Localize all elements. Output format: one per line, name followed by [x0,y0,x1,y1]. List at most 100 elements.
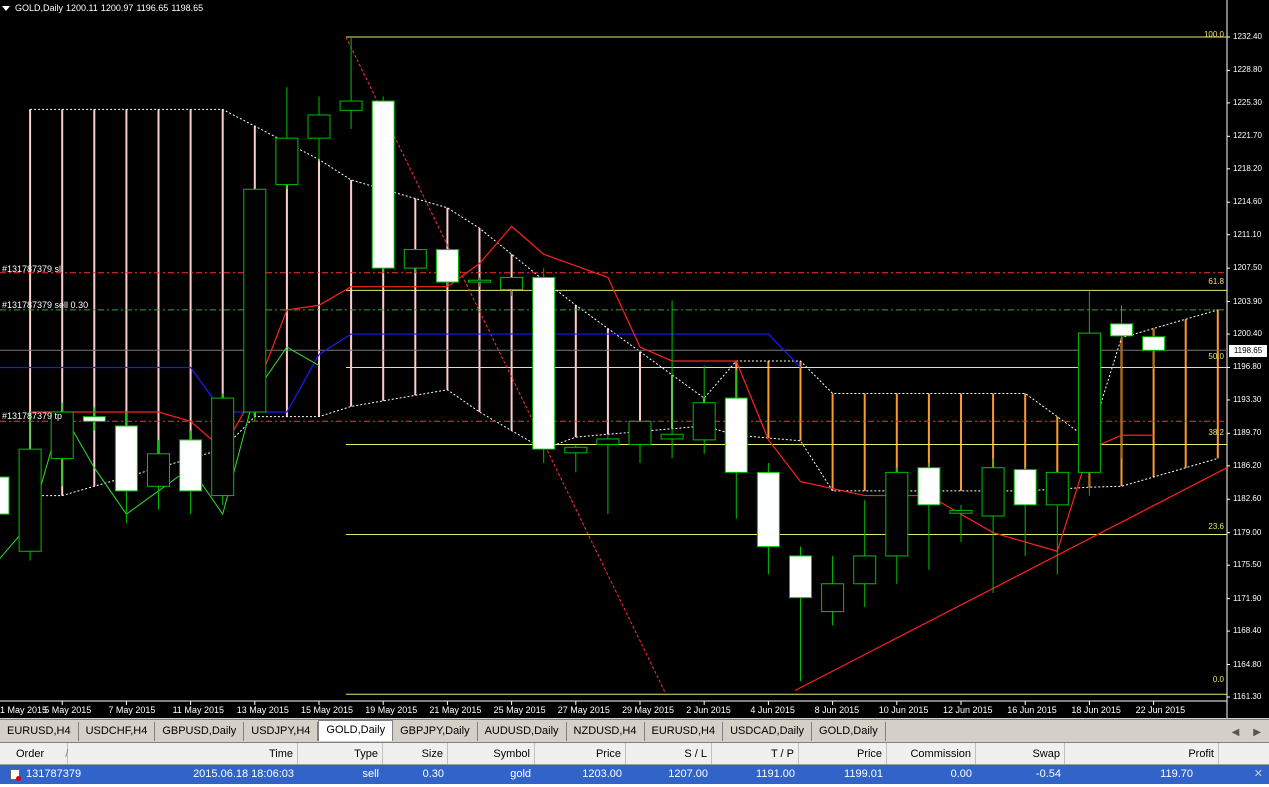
tab-eurusd-h4-2[interactable]: EURUSD,H4 [645,722,724,741]
candle-body-bear [435,249,459,283]
col-profit[interactable]: Profit [1065,743,1219,764]
col-swap[interactable]: Swap [976,743,1065,764]
close-order-icon[interactable]: ✕ [1254,767,1263,780]
candle-body-bull [1045,471,1069,506]
col-price[interactable]: Price [535,743,626,764]
date-tick-label: 16 Jun 2015 [1007,705,1057,715]
sell-order-icon [10,769,21,781]
order-number: 131787379 [0,765,81,784]
tab-audusd-daily[interactable]: AUDUSD,Daily [478,722,567,741]
tab-usdjpy-h4[interactable]: USDJPY,H4 [244,722,319,741]
candle-body-bull [885,471,909,557]
candle-body-bear [532,276,556,450]
date-tick-label: 7 May 2015 [108,705,156,715]
tab-gold-daily-2[interactable]: GOLD,Daily [812,722,886,741]
terminal-panel: Order / Time Type Size Symbol Price S / … [0,742,1269,787]
candle-body-bull [853,555,877,585]
candle-body-bull [500,276,524,290]
price-tick-label: 1175.50 [1233,560,1262,570]
col-size[interactable]: Size [383,743,448,764]
date-tick-label: 18 Jun 2015 [1071,705,1121,715]
fib-label-100: 100.0 [1203,30,1224,39]
date-tick-label: 19 May 2015 [365,705,418,715]
price-tick-label: 1182.60 [1233,494,1262,504]
tab-eurusd-h4[interactable]: EURUSD,H4 [0,722,79,741]
candle-body-bull [275,137,299,186]
order-sl-label[interactable]: #131787379 sl [2,264,61,274]
price-tick-label: 1225.30 [1233,97,1262,107]
col-type[interactable]: Type [298,743,383,764]
tab-gbpjpy-daily[interactable]: GBPJPY,Daily [393,722,478,741]
col-order[interactable]: Order / [0,743,68,764]
tab-gbpusd-daily[interactable]: GBPUSD,Daily [155,722,245,741]
symbol-timeframe: GOLD,Daily [15,3,64,13]
date-tick-label: 4 Jun 2015 [750,705,795,715]
date-tick-label: 10 Jun 2015 [878,705,929,715]
tab-usdcad-daily[interactable]: USDCAD,Daily [723,722,813,741]
price-tick-label: 1168.40 [1233,626,1262,636]
candle-body-bull [564,446,588,454]
price-tick-label: 1179.00 [1233,527,1262,537]
col-commission[interactable]: Commission [887,743,976,764]
candle-body-bull [468,279,491,283]
tab-nzdusd-h4[interactable]: NZDUSD,H4 [567,722,645,741]
col-time[interactable]: Time [68,743,298,764]
current-price-marker: 1198.65 [1229,345,1267,357]
fib-label-38: 38.2 [1208,428,1224,437]
price-tick-label: 1189.70 [1233,428,1262,438]
tab-usdchf-h4[interactable]: USDCHF,H4 [79,722,156,741]
price-tick-label: 1186.20 [1233,460,1262,470]
price-tick-label: 1193.30 [1233,394,1262,404]
col-sl[interactable]: S / L [626,743,712,764]
candle-body-bear [371,100,395,269]
col-symbol[interactable]: Symbol [448,743,535,764]
candle-body-bull [1077,332,1101,473]
date-tick-label: 15 May 2015 [301,705,354,715]
candle-body-bear [756,471,780,548]
order-tp-label[interactable]: #131787379 tp [2,411,62,421]
candle-body-bull [692,402,716,441]
order-symbol: gold [510,768,531,780]
date-tick-label: 1 May 2015 [0,705,48,715]
chart-tabs: EURUSD,H4 USDCHF,H4 GBPUSD,Daily USDJPY,… [0,719,1269,741]
fib-label-61: 61.8 [1208,277,1224,286]
candle-body-bear [82,416,106,422]
dropdown-triangle-icon[interactable] [2,5,10,11]
candle-body-bull [307,114,331,139]
price-tick-label: 1200.40 [1233,329,1262,339]
candle-body-bear [179,439,203,492]
price-tick-label: 1196.80 [1233,362,1262,372]
ohlc-low: 1196.65 [136,3,169,13]
col-current-price[interactable]: Price [799,743,887,764]
order-price: 1203.00 [582,768,622,780]
price-tick-label: 1218.20 [1233,163,1262,173]
date-tick-label: 2 Jun 2015 [686,705,731,715]
table-row[interactable]: 131787379 2015.06.18 18:06:03 sell 0.30 … [0,765,1269,784]
ohlc-high: 1200.97 [100,3,134,13]
date-tick-label: 11 May 2015 [172,705,224,715]
order-type: sell [362,768,379,780]
senkou-span-b [30,389,1218,497]
chart-header: GOLD,Daily 1200.11 1200.97 1196.65 1198.… [2,3,203,13]
date-tick-label: 13 May 2015 [236,705,289,715]
price-tick-label: 1203.90 [1233,296,1262,306]
price-tick-label: 1171.90 [1233,593,1262,603]
candle-body-bear [1110,323,1133,337]
tab-gold-daily-active[interactable]: GOLD,Daily [318,720,394,741]
tab-scroll-right-icon[interactable]: ▶ [1253,727,1261,738]
candle-body-bull [147,453,170,487]
senkou-span-a [30,108,1218,441]
col-tp[interactable]: T / P [712,743,799,764]
ohlc-open: 1200.11 [66,3,98,13]
candle-body-bear [1142,336,1166,351]
date-tick-label: 25 May 2015 [493,705,546,715]
price-chart[interactable] [0,0,1269,718]
chart-window[interactable]: GOLD,Daily 1200.11 1200.97 1196.65 1198.… [0,0,1269,718]
tab-scroll-left-icon[interactable]: ◀ [1232,727,1240,738]
date-tick-label: 12 Jun 2015 [943,705,993,715]
price-tick-label: 1211.10 [1233,229,1262,239]
price-tick-label: 1161.30 [1233,692,1262,701]
ohlc-close: 1198.65 [171,3,204,13]
candle-body-bull [628,420,652,446]
order-sell-label[interactable]: #131787379 sell 0.30 [2,300,88,310]
